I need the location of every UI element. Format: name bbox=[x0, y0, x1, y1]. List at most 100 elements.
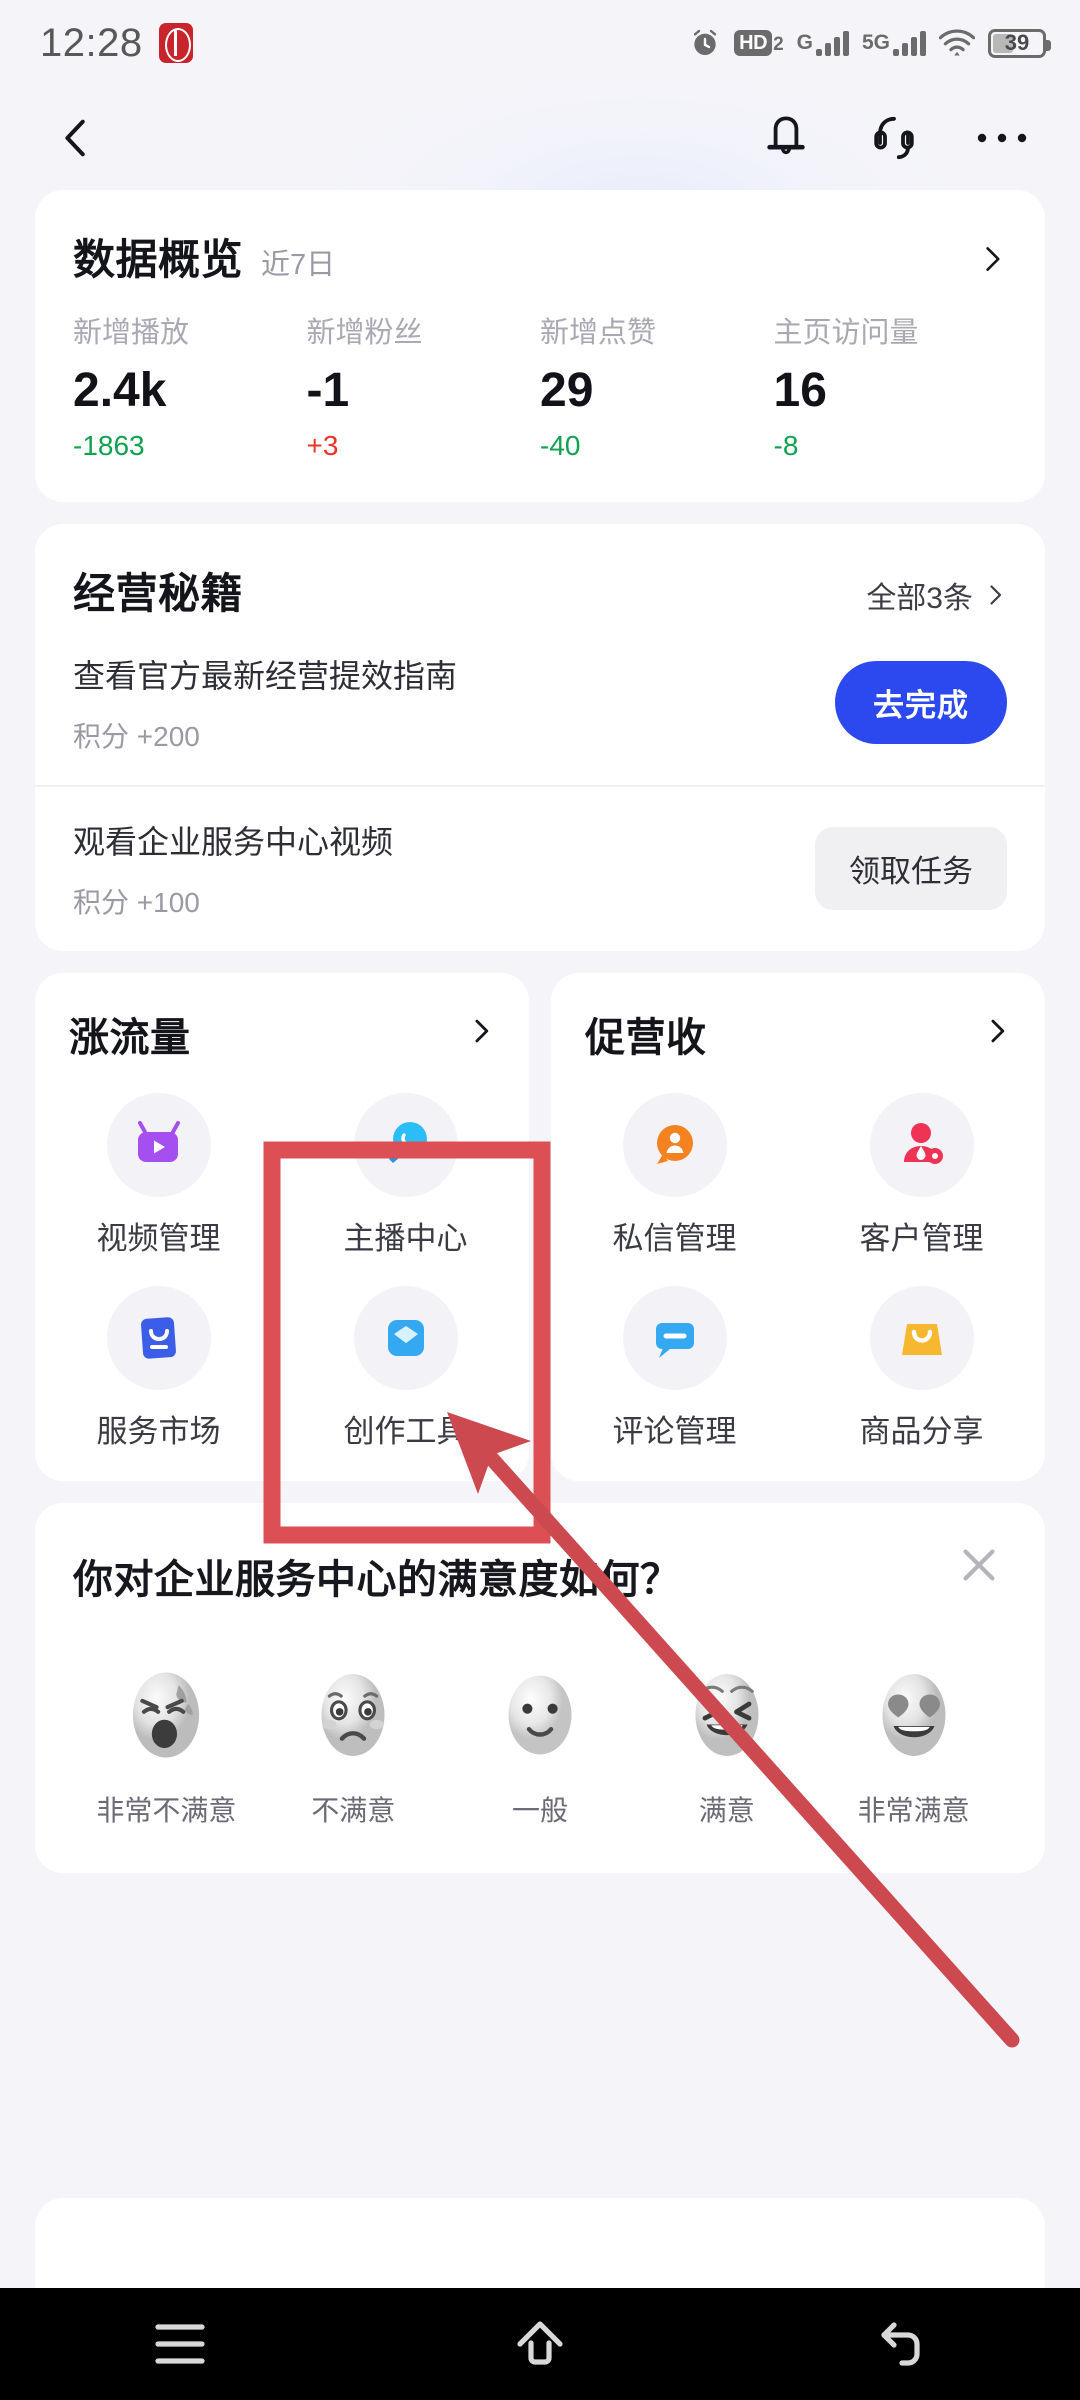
status-time: 12:28 bbox=[40, 20, 143, 65]
traffic-growth-card: 涨流量 视频管理 主播中心 服务市场 创作工具 bbox=[35, 972, 529, 1481]
survey-option-very-dissatisfied[interactable]: 非常不满意 bbox=[73, 1663, 260, 1829]
tool-label: 评论管理 bbox=[612, 1413, 737, 1449]
service-market-icon bbox=[106, 1285, 211, 1390]
go-complete-button[interactable]: 去完成 bbox=[835, 661, 1007, 745]
metric-item[interactable]: 新增播放 2.4k -1863 bbox=[73, 309, 307, 462]
revenue-boost-title: 促营收 bbox=[585, 1015, 707, 1060]
battery-icon: 39 bbox=[988, 28, 1051, 58]
tip-points: 积分 +100 bbox=[73, 886, 200, 918]
survey-question: 你对企业服务中心的满意度如何？ bbox=[73, 1557, 681, 1602]
metric-item[interactable]: 新增点赞 29 -40 bbox=[540, 309, 774, 462]
neutral-face-icon bbox=[508, 1675, 572, 1755]
revenue-boost-chevron-right-icon[interactable] bbox=[983, 1017, 1011, 1050]
hd-voice-icon: HD 2 bbox=[734, 30, 784, 56]
metric-item[interactable]: 新增粉丝 -1 +3 bbox=[307, 309, 541, 462]
overview-period-label: 近7日 bbox=[261, 249, 336, 281]
wifi-icon bbox=[939, 28, 975, 58]
g-signal-icon: G bbox=[796, 30, 849, 56]
home-icon[interactable] bbox=[480, 2304, 600, 2384]
survey-option-label: 不满意 bbox=[311, 1794, 396, 1826]
android-navigation-bar bbox=[0, 2288, 1080, 2400]
creation-tools-icon bbox=[353, 1285, 458, 1390]
tool-item-product-share[interactable]: 商品分享 bbox=[798, 1285, 1045, 1451]
survey-option-label: 非常满意 bbox=[857, 1794, 970, 1826]
page-title: 数据概览 bbox=[73, 236, 244, 283]
product-share-icon bbox=[869, 1285, 974, 1390]
metric-value: -1 bbox=[306, 364, 350, 417]
more-menu-icon[interactable] bbox=[970, 106, 1034, 170]
claim-task-button[interactable]: 领取任务 bbox=[815, 827, 1007, 911]
metric-label: 新增点赞 bbox=[540, 317, 657, 349]
tool-item-service-market[interactable]: 服务市场 bbox=[35, 1285, 282, 1451]
tool-label: 创作工具 bbox=[343, 1413, 468, 1449]
anchor-center-icon bbox=[353, 1092, 458, 1197]
notification-bell-icon[interactable] bbox=[754, 106, 818, 170]
survey-option-label: 满意 bbox=[698, 1794, 755, 1826]
business-tip-row: 查看官方最新经营提效指南 积分 +200 去完成 bbox=[35, 621, 1045, 785]
business-tips-title: 经营秘籍 bbox=[73, 569, 244, 617]
tool-label: 商品分享 bbox=[859, 1413, 984, 1449]
metric-delta: +3 bbox=[306, 429, 339, 461]
back-icon[interactable] bbox=[840, 2304, 960, 2384]
metric-item[interactable]: 主页访问量 16 -8 bbox=[774, 309, 1008, 462]
metric-label: 主页访问量 bbox=[773, 317, 919, 349]
back-chevron-icon[interactable] bbox=[46, 108, 106, 168]
recents-menu-icon[interactable] bbox=[120, 2304, 240, 2384]
5g-signal-icon: 5G bbox=[862, 30, 926, 56]
hd-label: HD bbox=[734, 30, 773, 56]
metric-delta: -8 bbox=[773, 429, 799, 461]
tool-item-direct-message[interactable]: 私信管理 bbox=[551, 1092, 798, 1258]
traffic-growth-title: 涨流量 bbox=[69, 1015, 191, 1060]
phone-screen: 12:28 HD 2 G 5G 39 数据概览 近7日 新增播放 2.4k -1… bbox=[0, 0, 1080, 2400]
hd-sub-label: 2 bbox=[773, 34, 784, 55]
sad-face-icon bbox=[321, 1673, 385, 1756]
survey-option-label: 一般 bbox=[511, 1794, 568, 1826]
survey-options: 非常不满意 不满意 一般 满意 非常满意 bbox=[73, 1663, 1007, 1829]
overview-chevron-right-icon[interactable] bbox=[977, 244, 1007, 274]
customer-service-headset-icon[interactable] bbox=[862, 106, 926, 170]
tip-title: 查看官方最新经营提效指南 bbox=[73, 657, 458, 694]
survey-option-satisfied[interactable]: 满意 bbox=[633, 1663, 820, 1829]
laughing-face-icon bbox=[695, 1673, 759, 1756]
business-tips-card: 经营秘籍 全部3条 查看官方最新经营提效指南 积分 +200 去完成 观看企业服… bbox=[35, 523, 1045, 951]
g-signal-label: G bbox=[796, 30, 813, 54]
close-icon[interactable] bbox=[953, 1539, 1005, 1591]
metric-label: 新增播放 bbox=[73, 317, 190, 349]
top-navigation-bar bbox=[0, 86, 1080, 190]
tool-item-creation-tools[interactable]: 创作工具 bbox=[282, 1285, 529, 1451]
angry-face-icon bbox=[133, 1672, 200, 1758]
comment-manage-icon bbox=[622, 1285, 727, 1390]
tools-section: 涨流量 视频管理 主播中心 服务市场 创作工具 促营收 私信管理 客户管理 评论… bbox=[0, 972, 1080, 1481]
tip-points: 积分 +200 bbox=[73, 720, 200, 752]
survey-option-label: 非常不满意 bbox=[96, 1794, 237, 1826]
tool-label: 服务市场 bbox=[96, 1413, 221, 1449]
tool-label: 客户管理 bbox=[859, 1220, 984, 1256]
tool-label: 私信管理 bbox=[612, 1220, 737, 1256]
heart-eyes-face-icon bbox=[882, 1673, 946, 1756]
tool-label: 主播中心 bbox=[343, 1220, 468, 1256]
tool-item-comment-manage[interactable]: 评论管理 bbox=[551, 1285, 798, 1451]
direct-message-icon bbox=[622, 1092, 727, 1197]
business-tip-row: 观看企业服务中心视频 积分 +100 领取任务 bbox=[35, 784, 1045, 951]
tip-title: 观看企业服务中心视频 bbox=[73, 823, 394, 860]
survey-option-very-satisfied[interactable]: 非常满意 bbox=[820, 1663, 1007, 1829]
business-tips-view-all[interactable]: 全部3条 bbox=[866, 573, 1007, 617]
app-logo-badge-icon bbox=[158, 23, 193, 63]
tool-item-anchor-center[interactable]: 主播中心 bbox=[282, 1092, 529, 1258]
battery-level: 39 bbox=[1004, 30, 1030, 55]
metric-delta: -40 bbox=[540, 429, 581, 461]
satisfaction-survey-card: 你对企业服务中心的满意度如何？ 非常不满意 不满意 一般 满意 非常满意 bbox=[35, 1502, 1045, 1873]
business-tips-header: 经营秘籍 全部3条 bbox=[35, 524, 1045, 621]
tool-item-video-manage[interactable]: 视频管理 bbox=[35, 1092, 282, 1258]
tool-item-customer-manage[interactable]: 客户管理 bbox=[798, 1092, 1045, 1258]
status-bar: 12:28 HD 2 G 5G 39 bbox=[0, 0, 1080, 86]
survey-option-dissatisfied[interactable]: 不满意 bbox=[260, 1663, 447, 1829]
survey-option-neutral[interactable]: 一般 bbox=[447, 1663, 634, 1829]
view-all-label: 全部3条 bbox=[866, 581, 973, 615]
data-overview-header: 数据概览 近7日 bbox=[35, 190, 1045, 287]
overview-metrics: 新增播放 2.4k -1863 新增粉丝 -1 +3 新增点赞 29 -40 主… bbox=[35, 287, 1045, 502]
customer-manage-icon bbox=[869, 1092, 974, 1197]
metric-value: 29 bbox=[540, 364, 594, 417]
data-overview-card[interactable]: 数据概览 近7日 新增播放 2.4k -1863 新增粉丝 -1 +3 新增点赞… bbox=[35, 190, 1045, 502]
traffic-growth-chevron-right-icon[interactable] bbox=[467, 1017, 495, 1050]
